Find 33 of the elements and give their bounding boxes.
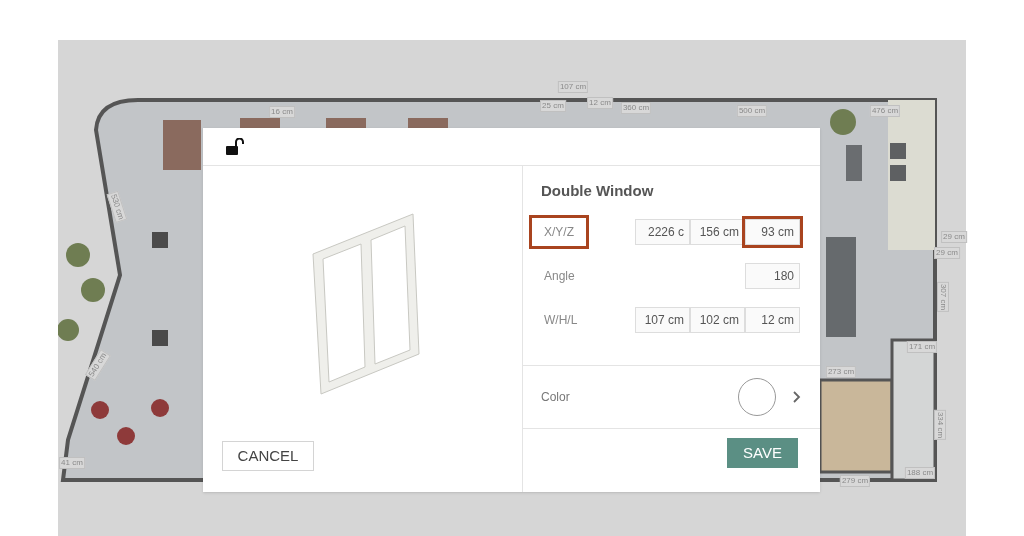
unlocked-padlock-icon[interactable] — [225, 137, 245, 156]
color-swatch[interactable] — [738, 378, 776, 416]
value-field[interactable]: 180 — [745, 262, 800, 289]
chevron-right-icon[interactable] — [792, 390, 802, 404]
cancel-button[interactable]: CANCEL — [222, 441, 314, 471]
dimension-label: 41 cm — [59, 457, 85, 469]
dimension-label: 273 cm — [825, 366, 857, 378]
save-button[interactable]: SAVE — [727, 438, 798, 468]
value-field[interactable]: 2226 c — [635, 218, 690, 245]
dimension-label: 188 cm — [904, 467, 936, 479]
dialog-title: Double Window — [541, 181, 655, 201]
dimension-label: 500 cm — [736, 105, 768, 117]
dimension-label: 12 cm — [587, 97, 613, 109]
value-field[interactable]: 93 cm — [745, 218, 800, 245]
color-label: Color — [541, 389, 571, 406]
value-field[interactable]: 102 cm — [690, 306, 745, 333]
dimension-label: 25 cm — [540, 100, 566, 112]
dimension-label: 307 cm — [937, 281, 949, 313]
dimension-label: 476 cm — [869, 105, 901, 117]
value-field[interactable]: 156 cm — [690, 218, 745, 245]
value-field[interactable]: 107 cm — [635, 306, 690, 333]
value-field[interactable]: 12 cm — [745, 306, 800, 333]
dimension-label: 16 cm — [269, 106, 295, 118]
dimension-label: 334 cm — [934, 409, 946, 441]
dimension-label: 171 cm — [906, 341, 938, 353]
dimension-label: 29 cm — [934, 247, 960, 259]
dimension-label: 29 cm — [941, 231, 967, 243]
dimension-label: 107 cm — [557, 81, 589, 93]
field-label: X/Y/Z — [529, 214, 589, 249]
field-label: Angle — [543, 267, 576, 285]
field-label: W/H/L — [543, 311, 579, 329]
dimension-label: 360 cm — [620, 102, 652, 114]
dimension-label: 279 cm — [839, 475, 871, 487]
